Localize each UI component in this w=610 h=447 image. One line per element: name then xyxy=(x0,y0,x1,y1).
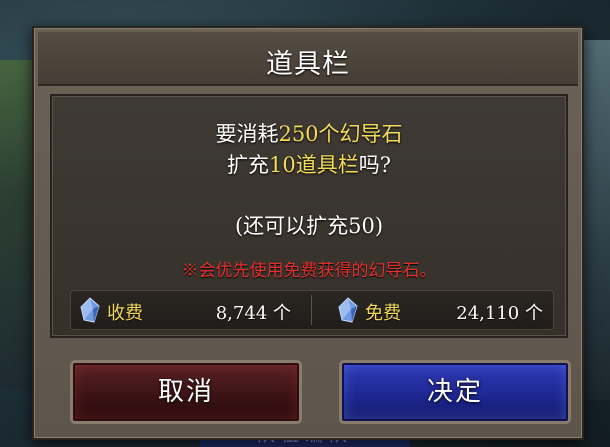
crystal-balance-row: 收费 8,744 个 免费 24,110 个 xyxy=(70,290,554,330)
game-screen: 队伍编队 道具栏 要消耗250个幻导石 扩充10道具栏吗? (还可以扩充50) … xyxy=(0,0,610,447)
balance-divider xyxy=(311,295,312,325)
paid-crystal-value: 8,744 个 xyxy=(215,303,291,324)
message-line-2-suffix: 吗? xyxy=(358,153,391,177)
crystal-icon xyxy=(80,297,100,323)
dialog-title: 道具栏 xyxy=(266,49,350,80)
cancel-button[interactable]: 取消 xyxy=(70,360,302,424)
free-crystal-value: 24,110 个 xyxy=(456,303,543,324)
paid-crystal-label: 收费 xyxy=(107,303,143,324)
dialog-title-bar: 道具栏 xyxy=(38,32,578,86)
dialog-content: 要消耗250个幻导石 扩充10道具栏吗? (还可以扩充50) ※会优先使用免费获… xyxy=(50,94,568,338)
free-crystal-label: 免费 xyxy=(365,303,401,324)
message-line-1: 要消耗250个幻导石 xyxy=(52,118,566,148)
crystal-cost-amount: 250个幻导石 xyxy=(278,122,403,146)
free-crystal-notice: ※会优先使用免费获得的幻导石。 xyxy=(181,261,437,281)
message-line-2: 扩充10道具栏吗? xyxy=(52,149,566,179)
message-line-1-prefix: 要消耗 xyxy=(215,122,279,146)
expand-slot-amount: 10道具栏 xyxy=(269,153,359,177)
inventory-expand-dialog: 道具栏 要消耗250个幻导石 扩充10道具栏吗? (还可以扩充50) ※会优先使… xyxy=(32,26,584,440)
confirm-button[interactable]: 决定 xyxy=(339,360,571,424)
crystal-icon xyxy=(338,297,358,323)
background-right-art xyxy=(580,40,610,400)
message-line-2-prefix: 扩充 xyxy=(227,153,269,177)
remaining-expansion-text: (还可以扩充50) xyxy=(234,214,384,238)
